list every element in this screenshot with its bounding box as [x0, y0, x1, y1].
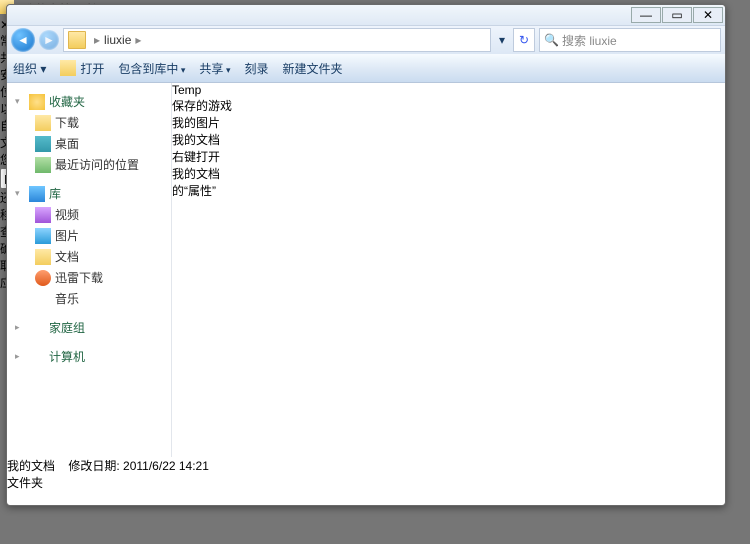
details-pane: 我的文档 修改日期: 2011/6/22 14:21 文件夹 — [7, 457, 725, 491]
annotation-text: 右键打开 我的文档 的“属性” — [172, 148, 232, 199]
toolbar-open[interactable]: 打开 — [60, 60, 104, 77]
document-icon — [35, 249, 51, 265]
folder-item[interactable]: 我的图片 — [172, 114, 232, 131]
collapse-icon: ▾ — [15, 188, 25, 199]
folder-label: 我的文档 — [172, 131, 232, 148]
sidebar-homegroup[interactable]: ▸家庭组 — [7, 317, 171, 338]
folder-label: Temp — [172, 83, 232, 97]
back-button[interactable]: ◄ — [11, 28, 35, 52]
breadcrumb[interactable]: ▸ liuxie ▸ — [63, 28, 491, 52]
folder-label: 保存的游戏 — [172, 97, 232, 114]
sidebar-item-thunder[interactable]: 迅雷下载 — [7, 267, 171, 288]
sidebar-item-music[interactable]: 音乐 — [7, 288, 171, 309]
sidebar-item-downloads[interactable]: 下载 — [7, 112, 171, 133]
search-input[interactable]: 🔍 搜索 liuxie — [539, 28, 721, 52]
recent-icon — [35, 157, 51, 173]
folder-label: 我的图片 — [172, 114, 232, 131]
sidebar-item-desktop[interactable]: 桌面 — [7, 133, 171, 154]
picture-icon — [35, 228, 51, 244]
minimize-button[interactable]: — — [631, 7, 661, 23]
toolbar-burn[interactable]: 刻录 — [244, 60, 268, 77]
details-mod-value: 2011/6/22 14:21 — [123, 459, 209, 473]
expand-icon: ▸ — [15, 351, 25, 362]
folder-item[interactable]: Temp — [172, 83, 232, 97]
toolbar-organize[interactable]: 组织 ▾ — [13, 60, 46, 77]
sidebar: ▾收藏夹 下载 桌面 最近访问的位置 ▾库 视频 图片 文档 迅雷下载 音乐 ▸… — [7, 83, 172, 457]
sidebar-item-recent[interactable]: 最近访问的位置 — [7, 154, 171, 175]
refresh-button[interactable]: ↻ — [513, 28, 535, 52]
library-icon — [29, 186, 45, 202]
window-titlebar: — ▭ ✕ — [7, 5, 725, 26]
star-icon — [29, 94, 45, 110]
sidebar-favorites[interactable]: ▾收藏夹 — [7, 91, 171, 112]
desktop-icon — [35, 136, 51, 152]
toolbar: 组织 ▾ 打开 包含到库中 共享 刻录 新建文件夹 — [7, 54, 725, 83]
details-name: 我的文档 — [7, 459, 55, 473]
breadcrumb-dropdown[interactable]: ▾ — [495, 33, 509, 47]
computer-icon — [29, 349, 45, 365]
folder-item[interactable]: 保存的游戏 — [172, 97, 232, 114]
arrow-right-icon: ► — [43, 33, 55, 47]
sidebar-computer[interactable]: ▸计算机 — [7, 346, 171, 367]
video-icon — [35, 207, 51, 223]
folder-open-icon — [60, 60, 76, 76]
folder-item-selected[interactable]: 我的文档 — [172, 131, 232, 148]
folder-icon — [68, 31, 86, 49]
music-icon — [35, 291, 51, 307]
details-type: 文件夹 — [7, 474, 725, 491]
search-icon: 🔍 — [544, 33, 558, 47]
arrow-left-icon: ◄ — [17, 33, 29, 47]
sidebar-item-videos[interactable]: 视频 — [7, 204, 171, 225]
sidebar-item-documents[interactable]: 文档 — [7, 246, 171, 267]
sidebar-item-pictures[interactable]: 图片 — [7, 225, 171, 246]
explorer-window: — ▭ ✕ ◄ ► ▸ liuxie ▸ ▾ ↻ 🔍 搜索 liux — [6, 4, 726, 506]
downloads-icon — [35, 115, 51, 131]
details-mod-label: 修改日期: — [68, 459, 119, 473]
close-button[interactable]: ✕ — [693, 7, 723, 23]
thunder-icon — [35, 270, 51, 286]
toolbar-include[interactable]: 包含到库中 — [118, 60, 185, 77]
search-placeholder: 搜索 liuxie — [562, 32, 617, 49]
forward-button[interactable]: ► — [39, 30, 59, 50]
breadcrumb-sep: ▸ — [94, 33, 100, 47]
homegroup-icon — [29, 320, 45, 336]
file-list[interactable]: Temp 保存的游戏 我的图片 我的文档 右键打开 我的文档 的“属 — [172, 83, 232, 457]
breadcrumb-segment[interactable]: liuxie — [104, 33, 131, 47]
toolbar-share[interactable]: 共享 — [199, 60, 230, 77]
toolbar-newfolder[interactable]: 新建文件夹 — [282, 60, 342, 77]
maximize-button[interactable]: ▭ — [662, 7, 692, 23]
expand-icon: ▸ — [15, 322, 25, 333]
refresh-icon: ↻ — [519, 33, 529, 47]
nav-row: ◄ ► ▸ liuxie ▸ ▾ ↻ 🔍 搜索 liuxie — [7, 26, 725, 54]
breadcrumb-sep: ▸ — [135, 33, 141, 47]
collapse-icon: ▾ — [15, 96, 25, 107]
sidebar-libraries[interactable]: ▾库 — [7, 183, 171, 204]
